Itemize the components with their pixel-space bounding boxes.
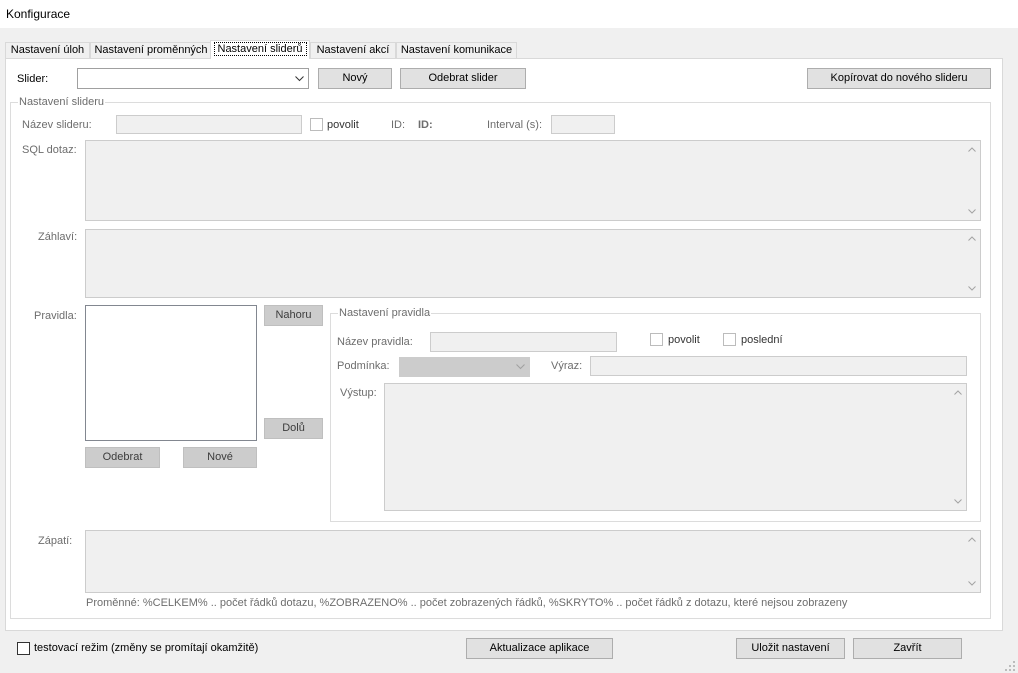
rule-last-label: poslední [741,334,783,346]
test-mode-label: testovací režim (změny se promítají okam… [34,642,259,654]
footer-label: Zápatí: [38,535,73,547]
header-label: Záhlaví: [38,231,78,243]
tab-communication[interactable]: Nastavení komunikace [396,42,517,58]
sql-query-text[interactable] [86,141,963,220]
title-bar: Konfigurace [0,0,1018,28]
rules-listbox[interactable] [85,305,257,441]
remove-rule-button[interactable]: Odebrat [85,447,160,468]
rule-enable-label: povolit [668,334,700,346]
rule-last-checkbox[interactable] [723,333,736,346]
tab-variables[interactable]: Nastavení proměnných [90,42,212,58]
size-grip-icon[interactable] [1004,660,1016,672]
tab-label: Nastavení komunikace [400,44,513,56]
rule-settings-legend: Nastavení pravidla [338,307,432,320]
scroll-up-arrow[interactable] [963,141,980,158]
slider-select[interactable] [77,68,309,89]
chevron-up-icon [967,236,976,241]
scroll-up-arrow[interactable] [963,531,980,548]
slider-name-input[interactable] [116,115,302,134]
scroll-down-arrow[interactable] [963,575,980,592]
save-settings-button[interactable]: Uložit nastavení [736,638,845,659]
sql-query-label: SQL dotaz: [22,144,77,156]
expression-label: Výraz: [551,360,583,372]
scroll-up-arrow[interactable] [949,384,966,401]
chevron-down-icon [967,286,976,291]
footer-textarea[interactable] [85,530,981,593]
new-rule-button[interactable]: Nové [183,447,257,468]
tab-tasks[interactable]: Nastavení úloh [5,42,90,58]
tab-sliders[interactable]: Nastavení sliderů [210,40,310,59]
tab-label: Nastavení sliderů [213,42,307,56]
slider-enable-label: povolit [327,119,359,131]
move-rule-down-button[interactable]: Dolů [264,418,323,439]
chevron-down-icon [967,209,976,214]
slider-name-label: Název slideru: [22,119,92,131]
output-label: Výstup: [340,387,377,399]
remove-slider-button[interactable]: Odebrat slider [400,68,526,89]
slider-id-label: ID: [391,119,406,131]
chevron-up-icon [967,147,976,152]
interval-input[interactable] [551,115,615,134]
configuration-window: Konfigurace Nastavení úloh Nastavení pro… [0,0,1018,673]
rules-label: Pravidla: [34,310,77,322]
expression-input[interactable] [590,356,967,376]
chevron-down-icon [967,581,976,586]
update-application-button[interactable]: Aktualizace aplikace [466,638,613,659]
rule-name-label: Název pravidla: [337,336,413,348]
header-text[interactable] [86,230,963,297]
chevron-down-icon [290,69,308,88]
output-textarea[interactable] [384,383,967,511]
tab-actions[interactable]: Nastavení akcí [310,42,396,58]
tab-label: Nastavení akcí [316,44,390,56]
footer-text[interactable] [86,531,963,592]
slider-enable-checkbox[interactable] [310,118,323,131]
scroll-down-arrow[interactable] [963,203,980,220]
header-textarea[interactable] [85,229,981,298]
output-text[interactable] [385,384,949,510]
chevron-up-icon [953,390,962,395]
chevron-down-icon [511,358,529,376]
close-button[interactable]: Zavřít [853,638,962,659]
variables-hint: Proměnné: %CELKEM% .. počet řádků dotazu… [86,597,848,609]
chevron-up-icon [967,537,976,542]
copy-to-new-slider-button[interactable]: Kopírovat do nového slideru [807,68,991,89]
tab-label: Nastavení proměnných [94,44,208,56]
scroll-down-arrow[interactable] [949,493,966,510]
chevron-down-icon [953,499,962,504]
condition-label: Podmínka: [337,360,390,372]
slider-settings-legend: Nastavení slideru [18,96,105,109]
slider-id-value: ID: [418,119,433,131]
slider-label: Slider: [17,73,49,85]
interval-label: Interval (s): [487,119,543,131]
new-slider-button[interactable]: Nový [318,68,392,89]
sql-query-textarea[interactable] [85,140,981,221]
test-mode-checkbox[interactable] [17,642,30,655]
rule-enable-checkbox[interactable] [650,333,663,346]
window-title: Konfigurace [6,7,71,21]
scroll-down-arrow[interactable] [963,280,980,297]
scroll-up-arrow[interactable] [963,230,980,247]
tab-label: Nastavení úloh [10,44,85,56]
move-rule-up-button[interactable]: Nahoru [264,305,323,326]
condition-select[interactable] [399,357,530,377]
rule-name-input[interactable] [430,332,617,352]
